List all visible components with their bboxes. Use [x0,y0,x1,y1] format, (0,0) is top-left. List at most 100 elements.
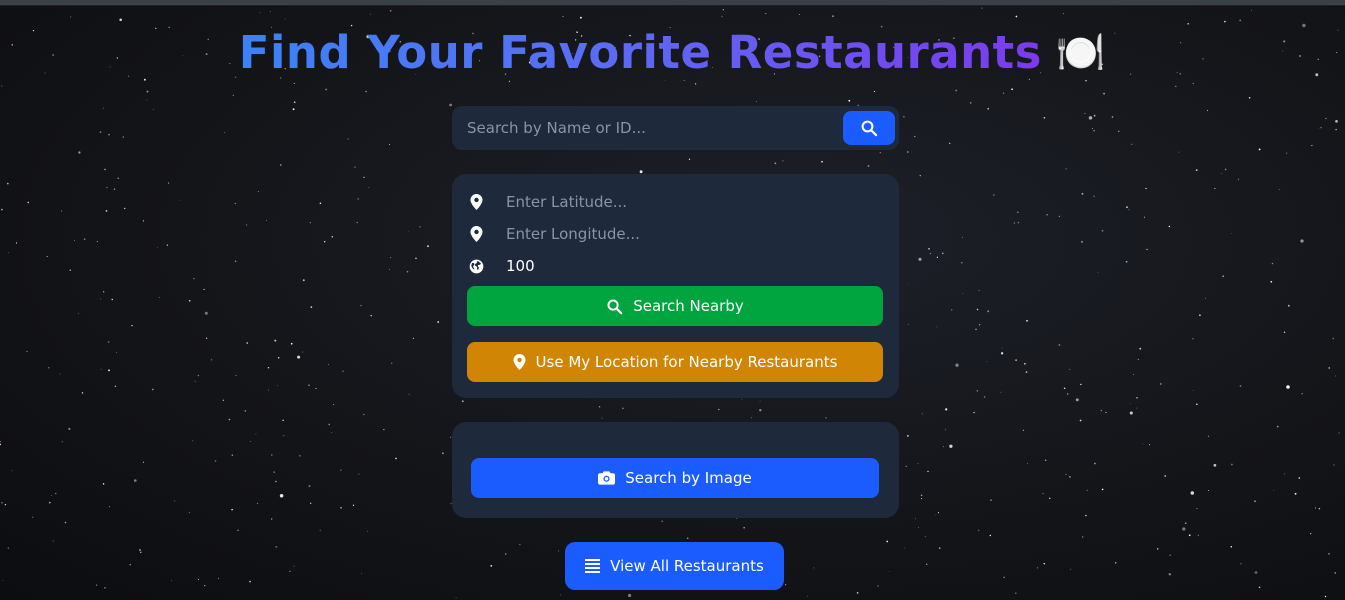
search-nearby-button[interactable]: Search Nearby [467,286,883,326]
star [821,160,823,163]
star [961,261,963,264]
star [204,585,206,587]
star [228,418,231,421]
star [1254,500,1256,503]
star [978,324,981,326]
star [356,221,358,224]
star [813,567,815,569]
star [1125,260,1128,263]
longitude-input[interactable] [506,225,866,243]
star [1184,522,1187,524]
star [1070,568,1072,570]
star [1058,344,1061,346]
star [383,429,385,431]
view-all-restaurants-button[interactable]: View All Restaurants [565,542,784,590]
star [106,187,108,189]
radius-input[interactable] [506,257,866,275]
star [203,288,205,290]
star [290,342,293,345]
star [941,252,944,255]
star [1114,562,1117,564]
star [1222,275,1224,277]
star [231,508,233,511]
star [1195,169,1198,171]
star [1190,491,1195,495]
star [129,563,131,566]
star [328,364,329,365]
star [347,138,349,140]
star [108,134,110,136]
star [283,435,285,437]
search-by-image-button[interactable]: Search by Image [471,458,879,498]
latitude-input[interactable] [506,193,866,211]
star [1333,464,1335,466]
star [293,565,295,567]
star [408,393,410,395]
star [1334,572,1337,574]
star [1069,476,1071,478]
star [310,306,313,308]
longitude-field [468,222,878,246]
star [945,429,946,431]
star [907,323,909,325]
star [1325,117,1327,120]
star [1142,443,1144,445]
star [308,485,311,488]
star [1093,195,1095,197]
star [1058,215,1061,218]
star [1283,331,1286,333]
star [955,363,959,367]
star [1105,411,1107,413]
star [166,244,169,246]
star [319,202,322,204]
star [1315,507,1317,509]
star [279,494,284,498]
star [1318,507,1321,510]
star [937,512,940,514]
star [255,433,257,435]
star [108,369,110,372]
search-button[interactable] [843,111,895,145]
star [271,454,273,456]
star [319,529,321,531]
star [354,166,356,168]
star [6,182,9,185]
star [293,82,295,85]
star [1192,338,1194,340]
star [928,247,930,250]
star [1286,385,1290,389]
search-icon [607,298,623,314]
star [1221,173,1223,174]
star [442,452,444,455]
view-all-restaurants-label: View All Restaurants [610,557,764,575]
star [983,396,986,398]
star [0,443,1,446]
star [222,399,225,401]
use-my-location-button[interactable]: Use My Location for Nearby Restaurants [467,342,883,382]
star [504,553,507,555]
star [277,385,278,386]
use-my-location-label: Use My Location for Nearby Restaurants [535,353,838,371]
star [361,572,363,574]
star [369,13,371,15]
search-input[interactable] [452,106,840,150]
star [310,502,312,504]
star [70,16,72,18]
star [340,507,342,509]
star [235,375,237,377]
star [1175,85,1177,88]
star [962,237,963,238]
star [1080,383,1082,386]
star [342,370,344,372]
star [978,290,980,291]
latitude-field [468,190,878,214]
star [119,18,123,22]
star [427,245,429,248]
star [622,407,624,409]
star [269,11,271,13]
star [1251,9,1252,11]
star [873,91,876,93]
star [309,222,311,224]
star [1136,407,1138,409]
star [955,89,958,92]
